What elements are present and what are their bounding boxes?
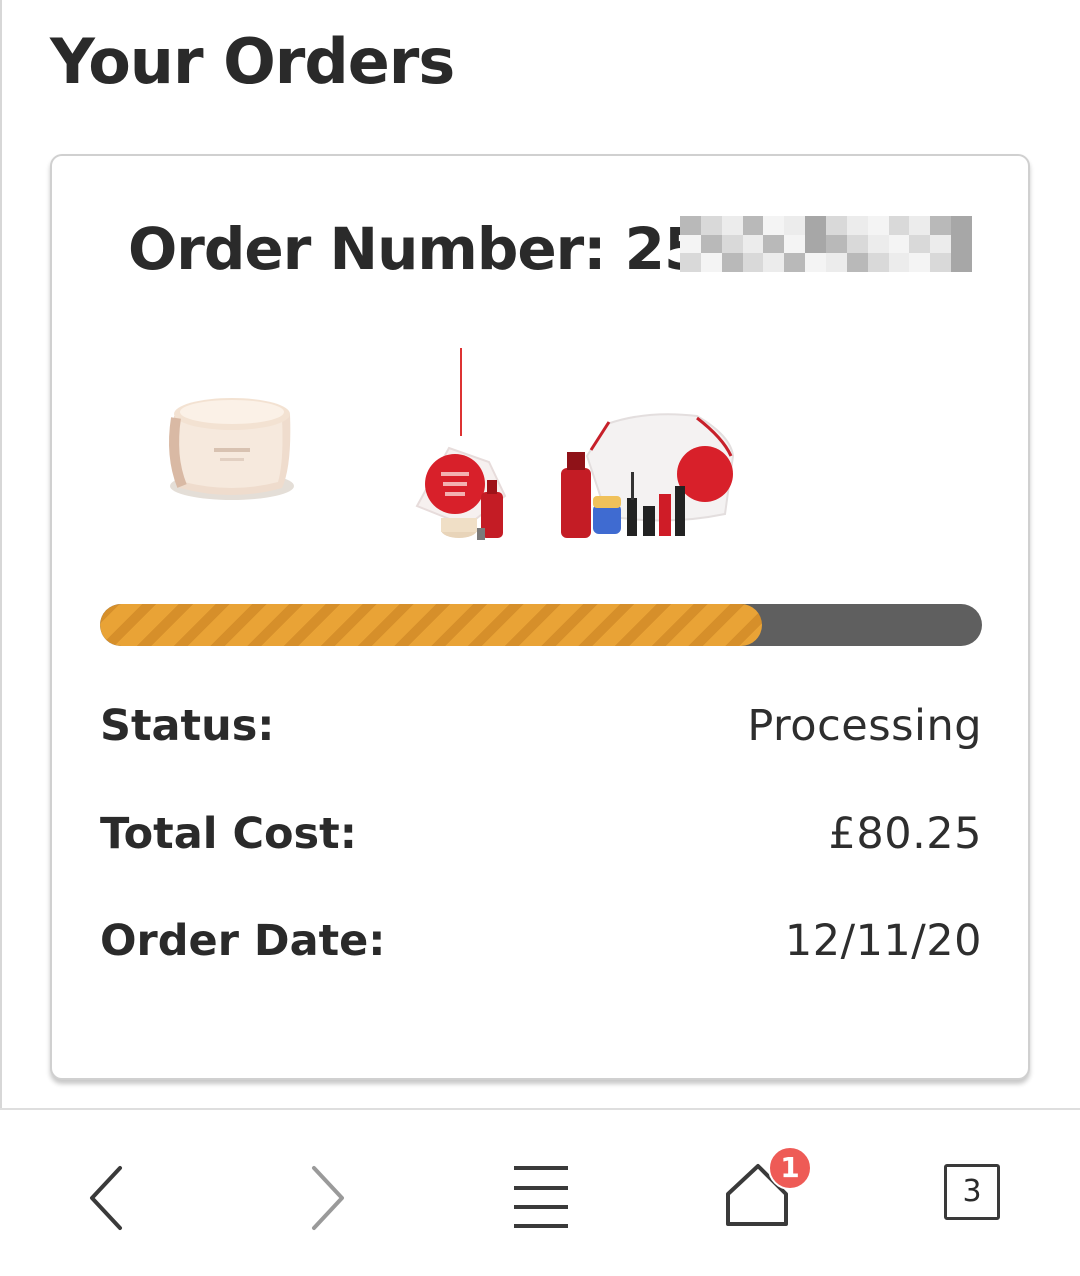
pouch-set-image[interactable] <box>547 346 747 556</box>
status-row: Status: Processing <box>100 696 982 756</box>
page-left-border <box>0 0 2 1108</box>
order-number: Order Number: 25 <box>128 215 704 283</box>
cream-jar-image[interactable] <box>132 346 332 556</box>
order-number-redaction <box>680 216 972 272</box>
order-date-row: Order Date: 12/11/20 <box>100 911 982 971</box>
order-date-value: 12/11/20 <box>784 916 982 966</box>
order-date-label: Order Date: <box>100 916 386 966</box>
order-progress-bar <box>100 604 982 646</box>
product-thumbnails <box>132 346 932 556</box>
status-value: Processing <box>747 701 982 751</box>
forward-icon[interactable] <box>286 1154 366 1234</box>
gift-set-image[interactable] <box>337 346 537 556</box>
status-label: Status: <box>100 701 275 751</box>
total-cost-label: Total Cost: <box>100 809 357 859</box>
home-notification-badge: 1 <box>768 1146 812 1190</box>
total-cost-row: Total Cost: £80.25 <box>100 804 982 864</box>
page-title: Your Orders <box>50 25 455 98</box>
tab-count[interactable]: 3 <box>944 1164 1000 1220</box>
menu-icon[interactable] <box>500 1154 580 1234</box>
back-icon[interactable] <box>68 1154 148 1234</box>
browser-toolbar <box>0 1108 1080 1276</box>
order-card[interactable]: Order Number: 25 Status: Processing Tota… <box>50 154 1030 1080</box>
total-cost-value: £80.25 <box>828 809 982 859</box>
order-progress-fill <box>100 604 762 646</box>
